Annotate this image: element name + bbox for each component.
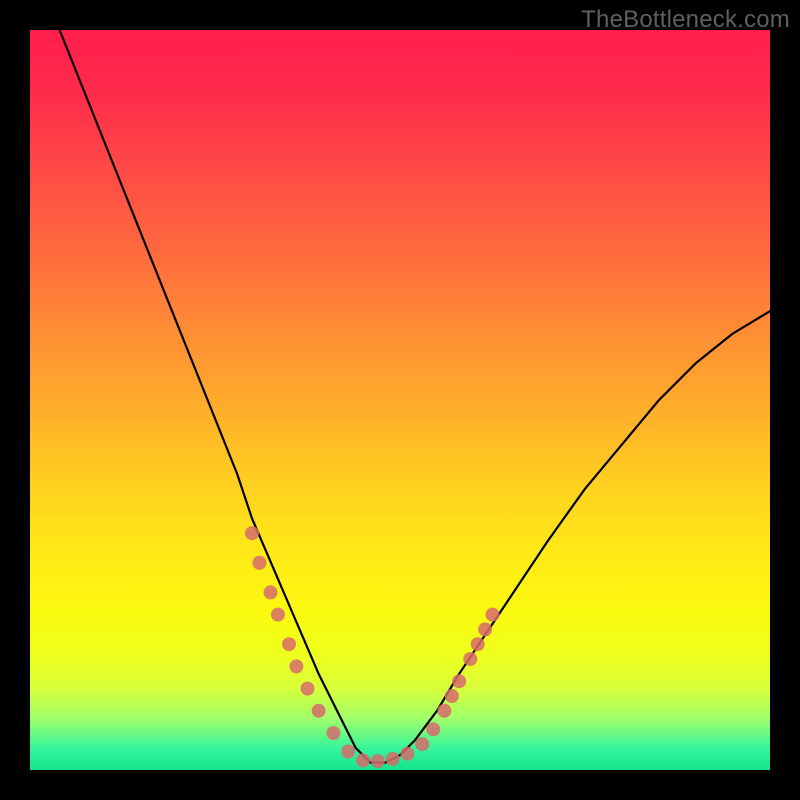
- highlight-dots: [245, 526, 500, 768]
- highlight-dot: [264, 585, 278, 599]
- highlight-dot: [326, 726, 340, 740]
- highlight-dot: [371, 754, 385, 768]
- highlight-dot: [471, 637, 485, 651]
- highlight-dot: [452, 674, 466, 688]
- highlight-dot: [271, 608, 285, 622]
- highlight-dot: [415, 737, 429, 751]
- highlight-dot: [437, 704, 451, 718]
- highlight-dot: [245, 526, 259, 540]
- highlight-dot: [386, 752, 400, 766]
- highlight-dot: [301, 682, 315, 696]
- curve-layer: [30, 30, 770, 770]
- highlight-dot: [312, 704, 326, 718]
- highlight-dot: [463, 652, 477, 666]
- highlight-dot: [426, 722, 440, 736]
- highlight-dot: [289, 659, 303, 673]
- highlight-dot: [486, 608, 500, 622]
- highlight-dot: [445, 689, 459, 703]
- highlight-dot: [252, 556, 266, 570]
- attribution-text: TheBottleneck.com: [581, 6, 790, 34]
- highlight-dot: [400, 747, 414, 761]
- highlight-dot: [341, 745, 355, 759]
- chart-frame: TheBottleneck.com: [0, 0, 800, 800]
- highlight-dot: [282, 637, 296, 651]
- highlight-dot: [356, 753, 370, 767]
- bottleneck-curve: [60, 30, 770, 763]
- highlight-dot: [478, 622, 492, 636]
